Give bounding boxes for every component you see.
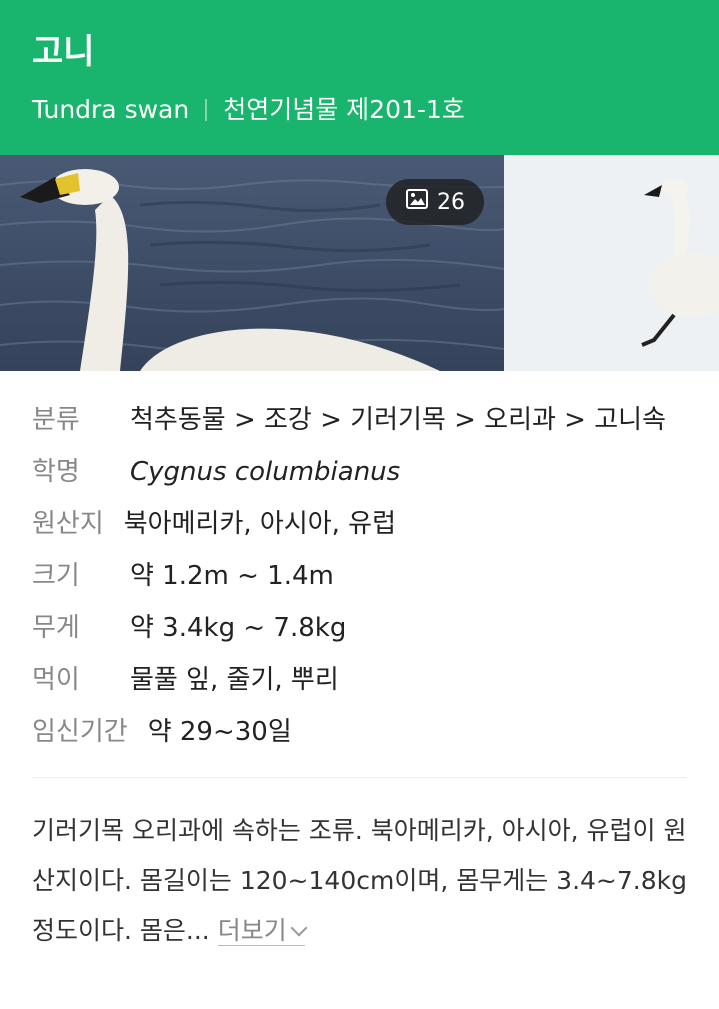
chevron-down-icon [290,919,308,937]
info-value: 약 3.4kg ~ 7.8kg [130,613,347,643]
info-row-food: 먹이 물풀 잎, 줄기, 뿌리 [32,657,687,703]
info-label: 크기 [32,561,80,591]
info-value: 북아메리카, 아시아, 유럽 [123,509,397,539]
info-value: Cygnus columbianus [130,457,401,487]
info-row-weight: 무게 약 3.4kg ~ 7.8kg [32,605,687,651]
info-value: 척추동물 > 조강 > 기러기목 > 오리과 > 고니속 [130,405,666,435]
info-label: 임신기간 [32,717,128,747]
more-link[interactable]: 더보기 [217,916,308,946]
english-name: Tundra swan [32,95,190,124]
info-row-origin: 원산지 북아메리카, 아시아, 유럽 [32,501,687,547]
info-label: 무게 [32,613,80,643]
title-header: 고니 Tundra swan 천연기념물 제201-1호 [0,0,719,155]
description: 기러기목 오리과에 속하는 조류. 북아메리카, 아시아, 유럽이 원산지이다.… [0,778,719,956]
info-label: 분류 [32,405,80,435]
swan-walking-image [504,155,719,371]
info-row-incubation: 임신기간 약 29~30일 [32,709,687,755]
photo-count-value: 26 [437,189,465,215]
designation: 천연기념물 제201-1호 [223,95,465,124]
info-row-classification: 분류 척추동물 > 조강 > 기러기목 > 오리과 > 고니속 [32,397,687,443]
info-label: 원산지 [32,509,104,539]
photo-count-badge[interactable]: 26 [386,179,484,225]
description-text: 기러기목 오리과에 속하는 조류. 북아메리카, 아시아, 유럽이 원산지이다.… [32,816,687,945]
info-value: 물풀 잎, 줄기, 뿌리 [130,665,339,695]
info-value: 약 29~30일 [147,717,292,747]
info-row-size: 크기 약 1.2m ~ 1.4m [32,553,687,599]
info-value: 약 1.2m ~ 1.4m [130,561,334,591]
swan-photo-secondary[interactable] [504,155,719,371]
info-row-scientific-name: 학명 Cygnus columbianus [32,449,687,495]
separator [205,99,208,121]
info-label: 먹이 [32,665,80,695]
photo-gallery[interactable]: 26 [0,155,719,371]
info-table: 분류 척추동물 > 조강 > 기러기목 > 오리과 > 고니속 학명 Cygnu… [0,371,719,755]
more-label: 더보기 [217,916,287,945]
page-title: 고니 [32,32,95,72]
subtitle-row: Tundra swan 천연기념물 제201-1호 [32,94,687,126]
info-label: 학명 [32,457,80,487]
image-icon [405,187,429,217]
